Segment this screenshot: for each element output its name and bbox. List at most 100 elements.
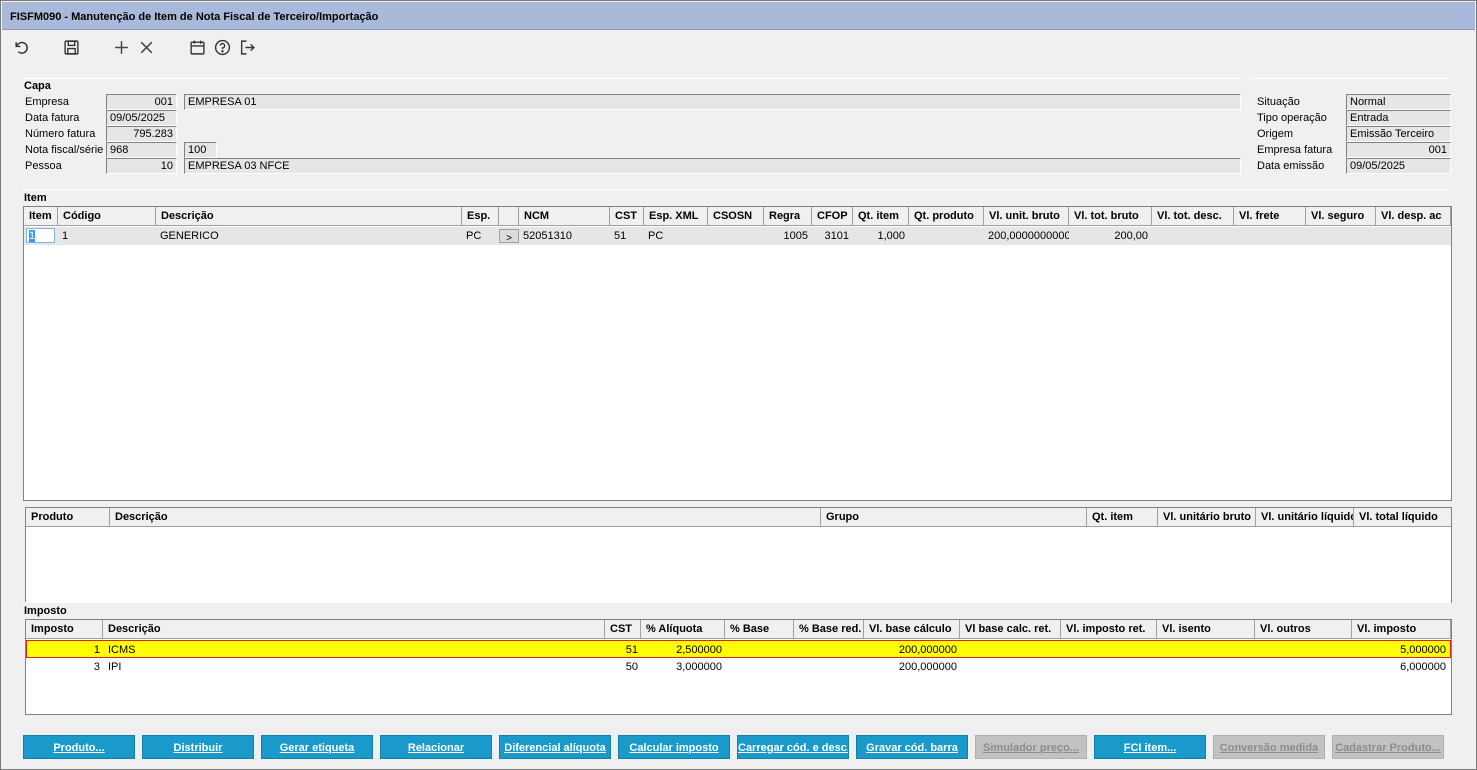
col-vl-seguro[interactable]: Vl. seguro xyxy=(1306,207,1376,226)
item-cell-input[interactable]: 1 xyxy=(26,228,55,243)
cfop-cell: 3101 xyxy=(824,230,849,242)
conversao-medida-button[interactable]: Conversão medida xyxy=(1213,735,1325,759)
window-title: FISFM090 - Manutenção de Item de Nota Fi… xyxy=(10,11,379,23)
imposto-cst-cell: 50 xyxy=(625,661,638,673)
calendar-icon[interactable] xyxy=(188,38,206,56)
table-row[interactable]: 1 1 GENERICO PC > 52051310 51 PC 1005 31… xyxy=(24,227,1451,245)
isento-cell xyxy=(1158,658,1256,676)
col-imposto-descricao[interactable]: Descrição xyxy=(103,620,605,639)
vl-tot-bruto-cell: 200,00 xyxy=(1114,230,1148,242)
distribuir-button[interactable]: Distribuir xyxy=(142,735,254,759)
data-fatura-field[interactable]: 09/05/2025 xyxy=(106,110,177,126)
col-cst[interactable]: CST xyxy=(610,207,644,226)
produto-button[interactable]: Produto... xyxy=(23,735,135,759)
col-csosn[interactable]: CSOSN xyxy=(708,207,764,226)
add-icon[interactable] xyxy=(112,38,130,56)
base-calculo-cell: 200,000000 xyxy=(898,644,957,656)
col-produto-descricao[interactable]: Descrição xyxy=(110,508,821,527)
base-cell xyxy=(726,641,795,659)
col-base[interactable]: % Base xyxy=(725,620,794,639)
serie-field[interactable]: 100 xyxy=(184,142,217,158)
origem-label: Origem xyxy=(1257,128,1294,140)
col-regra[interactable]: Regra xyxy=(764,207,812,226)
imposto-grid: Imposto Descrição CST % Alíquota % Base … xyxy=(25,619,1452,715)
undo-icon[interactable] xyxy=(12,38,30,56)
col-produto[interactable]: Produto xyxy=(26,508,110,527)
diferencial-aliquota-button[interactable]: Diferencial alíquota xyxy=(499,735,611,759)
col-vl-unit-bruto[interactable]: Vl. unit. bruto xyxy=(984,207,1069,226)
col-isento[interactable]: Vl. isento xyxy=(1157,620,1255,639)
col-vl-tot-desc[interactable]: Vl. tot. desc. xyxy=(1152,207,1234,226)
col-ncm[interactable]: NCM xyxy=(519,207,610,226)
item-cell-value: 1 xyxy=(29,230,36,242)
col-item[interactable]: Item xyxy=(24,207,58,226)
col-qt-produto[interactable]: Qt. produto xyxy=(909,207,984,226)
descricao-cell: GENERICO xyxy=(160,230,219,242)
gravar-cod-barra-button[interactable]: Gravar cód. barra xyxy=(856,735,968,759)
imposto-ret-cell xyxy=(1062,658,1158,676)
col-outros[interactable]: Vl. outros xyxy=(1255,620,1352,639)
nota-fiscal-field[interactable]: 968 xyxy=(106,142,177,158)
carregar-cod-desc-button[interactable]: Carregar cód. e desc. xyxy=(737,735,849,759)
tipo-operacao-label: Tipo operação xyxy=(1257,112,1327,124)
col-aliquota[interactable]: % Alíquota xyxy=(641,620,725,639)
col-vl-tot-bruto[interactable]: Vl. tot. bruto xyxy=(1069,207,1152,226)
table-row[interactable]: 3 IPI 50 3,000000 200,000000 6,000000 xyxy=(27,658,1451,676)
col-vl-unitario-liquido[interactable]: Vl. unitário líquido xyxy=(1256,508,1354,527)
col-imposto-ret[interactable]: Vl. imposto ret. xyxy=(1061,620,1157,639)
imposto-code-cell: 1 xyxy=(93,644,100,656)
col-codigo[interactable]: Código xyxy=(58,207,156,226)
gerar-etiqueta-button[interactable]: Gerar etiqueta xyxy=(261,735,373,759)
numero-fatura-field[interactable]: 795.283 xyxy=(106,126,177,142)
col-base-calculo[interactable]: Vl. base cálculo xyxy=(864,620,960,639)
col-cfop[interactable]: CFOP xyxy=(812,207,853,226)
cst-cell: 51 xyxy=(614,230,627,242)
aliquota-cell: 2,500000 xyxy=(676,644,722,656)
item-title: Item xyxy=(24,192,47,204)
col-vl-frete[interactable]: Vl. frete xyxy=(1234,207,1306,226)
table-row[interactable]: 1 ICMS 51 2,500000 200,000000 5,000000 xyxy=(26,640,1451,658)
situacao-label: Situação xyxy=(1257,96,1300,108)
imposto-cst-cell: 51 xyxy=(625,644,638,656)
base-red-cell xyxy=(795,658,865,676)
col-vl-unitario-bruto[interactable]: Vl. unitário bruto xyxy=(1158,508,1256,527)
codigo-cell: 1 xyxy=(62,230,69,242)
qt-produto-cell xyxy=(909,227,984,245)
empresa-name-field[interactable]: EMPRESA 01 xyxy=(184,94,1241,110)
tipo-operacao-field: Entrada xyxy=(1346,110,1451,126)
exit-icon[interactable] xyxy=(238,38,256,56)
capa-divider-right xyxy=(1250,78,1451,79)
base-calc-ret-cell xyxy=(961,641,1062,659)
ncm-cell: 52051310 xyxy=(523,230,572,242)
col-vl-total-liquido[interactable]: Vl. total líquido xyxy=(1354,508,1451,527)
cadastrar-produto-button[interactable]: Cadastrar Produto... xyxy=(1332,735,1444,759)
csosn-cell xyxy=(708,227,764,245)
col-vl-desp-ac[interactable]: Vl. desp. ac xyxy=(1376,207,1451,226)
capa-divider xyxy=(23,78,1241,79)
col-imposto[interactable]: Imposto xyxy=(26,620,103,639)
calcular-imposto-button[interactable]: Calcular imposto xyxy=(618,735,730,759)
simulador-preco-button[interactable]: Simulador preço... xyxy=(975,735,1087,759)
pessoa-code-field[interactable]: 10 xyxy=(106,158,177,174)
col-base-red[interactable]: % Base red. xyxy=(794,620,864,639)
col-esp[interactable]: Esp. xyxy=(462,207,499,226)
delete-icon[interactable] xyxy=(137,38,155,56)
col-descricao[interactable]: Descrição xyxy=(156,207,462,226)
help-icon[interactable] xyxy=(213,38,231,56)
base-calc-ret-cell xyxy=(961,658,1062,676)
relacionar-button[interactable]: Relacionar xyxy=(380,735,492,759)
col-grupo[interactable]: Grupo xyxy=(821,508,1087,527)
pessoa-name-field[interactable]: EMPRESA 03 NFCE xyxy=(184,158,1241,174)
col-esp-xml[interactable]: Esp. XML xyxy=(644,207,708,226)
fci-item-button[interactable]: FCI item... xyxy=(1094,735,1206,759)
save-icon[interactable] xyxy=(62,38,80,56)
detail-button[interactable]: > xyxy=(499,229,519,243)
col-imposto-cst[interactable]: CST xyxy=(605,620,641,639)
col-vl-imposto[interactable]: Vl. imposto xyxy=(1352,620,1451,639)
empresa-code-field[interactable]: 001 xyxy=(106,94,177,110)
col-base-calc-ret[interactable]: Vl base calc. ret. xyxy=(960,620,1061,639)
col-produto-qt-item[interactable]: Qt. item xyxy=(1087,508,1158,527)
capa-title: Capa xyxy=(24,80,51,92)
col-qt-item[interactable]: Qt. item xyxy=(853,207,909,226)
aliquota-cell: 3,000000 xyxy=(676,661,722,673)
